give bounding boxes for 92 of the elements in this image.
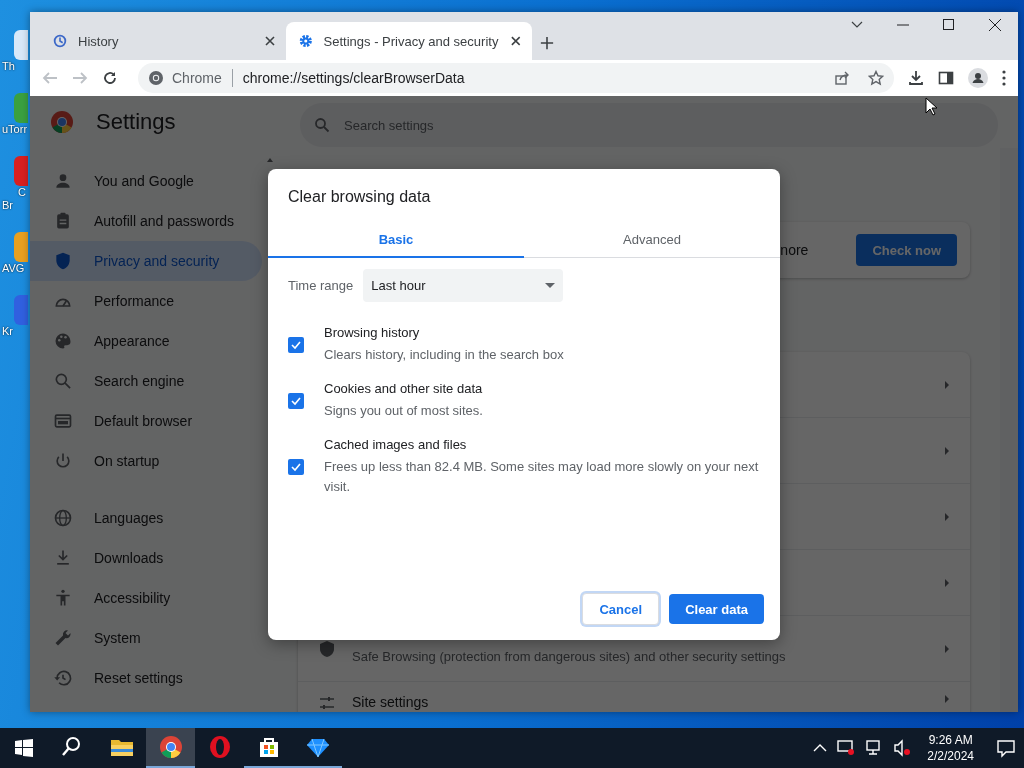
nav-item[interactable]: You and Google bbox=[30, 161, 262, 201]
profile-avatar-icon[interactable] bbox=[968, 68, 988, 88]
dialog-title: Clear browsing data bbox=[287, 187, 432, 207]
share-icon[interactable] bbox=[834, 70, 850, 86]
option-title: Cached images and files bbox=[324, 437, 468, 452]
nav-item[interactable]: Search engine bbox=[30, 361, 262, 401]
checkbox[interactable] bbox=[288, 337, 304, 353]
setting-description: Safe Browsing (protection from dangerous sites) and other security settings bbox=[352, 648, 787, 664]
wrench-icon bbox=[53, 628, 73, 648]
nav-item[interactable]: Accessibility bbox=[30, 578, 262, 618]
desktop-shortcut-icon[interactable] bbox=[14, 30, 28, 60]
time-range-dropdown[interactable]: Last hour bbox=[363, 269, 564, 302]
option-description: Clears history, including in the search box bbox=[324, 346, 564, 364]
star-icon[interactable] bbox=[868, 70, 884, 86]
chevron-right-icon bbox=[944, 379, 950, 390]
chevron-right-icon bbox=[944, 643, 950, 654]
nav-item[interactable]: Performance bbox=[30, 281, 262, 321]
scroll-up-icon[interactable] bbox=[266, 156, 274, 164]
checkmark-icon bbox=[290, 395, 302, 407]
chevron-up-icon[interactable] bbox=[813, 743, 828, 753]
dropdown-caret-icon bbox=[545, 283, 556, 288]
gear-icon bbox=[298, 33, 314, 49]
checkbox[interactable] bbox=[288, 393, 304, 409]
browser-tab[interactable]: History bbox=[40, 22, 286, 60]
download-icon[interactable] bbox=[908, 70, 924, 86]
cancel-button[interactable]: Cancel bbox=[582, 593, 660, 625]
shield-icon bbox=[53, 251, 73, 271]
opera-logo-icon bbox=[207, 735, 232, 759]
person-icon bbox=[53, 171, 73, 191]
field-label: Time range bbox=[288, 278, 354, 293]
dialog-tab[interactable]: Basic bbox=[268, 222, 524, 258]
monitor-icon[interactable] bbox=[837, 739, 856, 757]
dialog-tab[interactable]: Advanced bbox=[524, 222, 780, 258]
nav-item[interactable]: On startup bbox=[30, 441, 262, 481]
palette-icon bbox=[53, 331, 73, 351]
setting-title: Site settings bbox=[352, 694, 430, 710]
nav-item[interactable]: Languages bbox=[30, 498, 262, 538]
side-panel-icon[interactable] bbox=[938, 70, 954, 86]
desktop-icon-label: Th bbox=[1, 60, 15, 73]
nav-item[interactable]: Reset settings bbox=[30, 658, 262, 698]
desktop-icon-label: C bbox=[17, 186, 26, 199]
settings-title: Settings bbox=[96, 109, 176, 135]
browser-window-icon bbox=[53, 411, 73, 431]
option-description: Frees up less than 82.4 MB. Some sites may load more slowly on your next visit. bbox=[324, 458, 760, 496]
nav-item[interactable]: Downloads bbox=[30, 538, 262, 578]
history-icon bbox=[52, 33, 68, 49]
reload-icon[interactable] bbox=[102, 70, 118, 86]
chrome-logo-icon bbox=[158, 735, 183, 759]
taskbar-button[interactable] bbox=[146, 728, 195, 768]
shield-icon bbox=[318, 639, 336, 658]
option-description: Signs you out of most sites. bbox=[324, 402, 483, 420]
history-icon bbox=[53, 668, 73, 688]
option-title: Browsing history bbox=[324, 325, 421, 340]
clock[interactable]: 9:26 AM 2/2/2024 bbox=[927, 732, 974, 764]
nav-item[interactable]: Default browser bbox=[30, 401, 262, 441]
search-icon bbox=[314, 117, 330, 133]
accessibility-icon bbox=[53, 588, 73, 608]
close-icon[interactable] bbox=[989, 19, 1001, 31]
search-icon bbox=[53, 371, 73, 391]
chevron-right-icon bbox=[944, 445, 950, 456]
checkmark-icon bbox=[290, 461, 302, 473]
chrome-logo-icon bbox=[148, 70, 164, 86]
notification-icon[interactable] bbox=[996, 738, 1016, 758]
nav-item[interactable]: Autofill and passwords bbox=[30, 201, 262, 241]
windows-logo-icon[interactable] bbox=[15, 739, 33, 757]
option-title: Cookies and other site data bbox=[324, 381, 483, 396]
safety-check-text: nore bbox=[780, 242, 809, 258]
browser-tab[interactable]: Settings - Privacy and security bbox=[286, 22, 532, 60]
sliders-icon bbox=[318, 694, 336, 712]
address-bar[interactable]: Chrome chrome://settings/clearBrowserData bbox=[138, 63, 894, 93]
clear-data-button[interactable]: Clear data bbox=[669, 594, 764, 624]
more-menu-icon[interactable] bbox=[1002, 70, 1006, 86]
nav-item[interactable]: System bbox=[30, 618, 262, 658]
new-tab-icon[interactable] bbox=[540, 36, 554, 50]
checkmark-icon bbox=[290, 339, 302, 351]
speaker-muted-icon[interactable] bbox=[893, 739, 912, 757]
nav-item[interactable]: Appearance bbox=[30, 321, 262, 361]
check-now-button[interactable]: Check now bbox=[856, 234, 957, 266]
nav-item[interactable]: Privacy and security bbox=[30, 241, 262, 281]
globe-icon bbox=[53, 508, 73, 528]
desktop-icon-label: uTorr bbox=[1, 123, 28, 136]
chevron-right-icon bbox=[944, 577, 950, 588]
chrome-logo-icon bbox=[50, 110, 74, 134]
site-label: Chrome bbox=[172, 70, 222, 86]
checkbox[interactable] bbox=[288, 459, 304, 475]
desktop-icon-label: AVG bbox=[1, 262, 25, 275]
desktop-icon-label: Kr bbox=[1, 325, 13, 338]
maximize-icon[interactable] bbox=[943, 19, 955, 31]
desktop-icon-label: Br bbox=[1, 199, 13, 212]
url-text: chrome://settings/clearBrowserData bbox=[242, 70, 466, 86]
chevron-right-icon bbox=[944, 511, 950, 522]
chevron-right-icon bbox=[944, 694, 950, 704]
